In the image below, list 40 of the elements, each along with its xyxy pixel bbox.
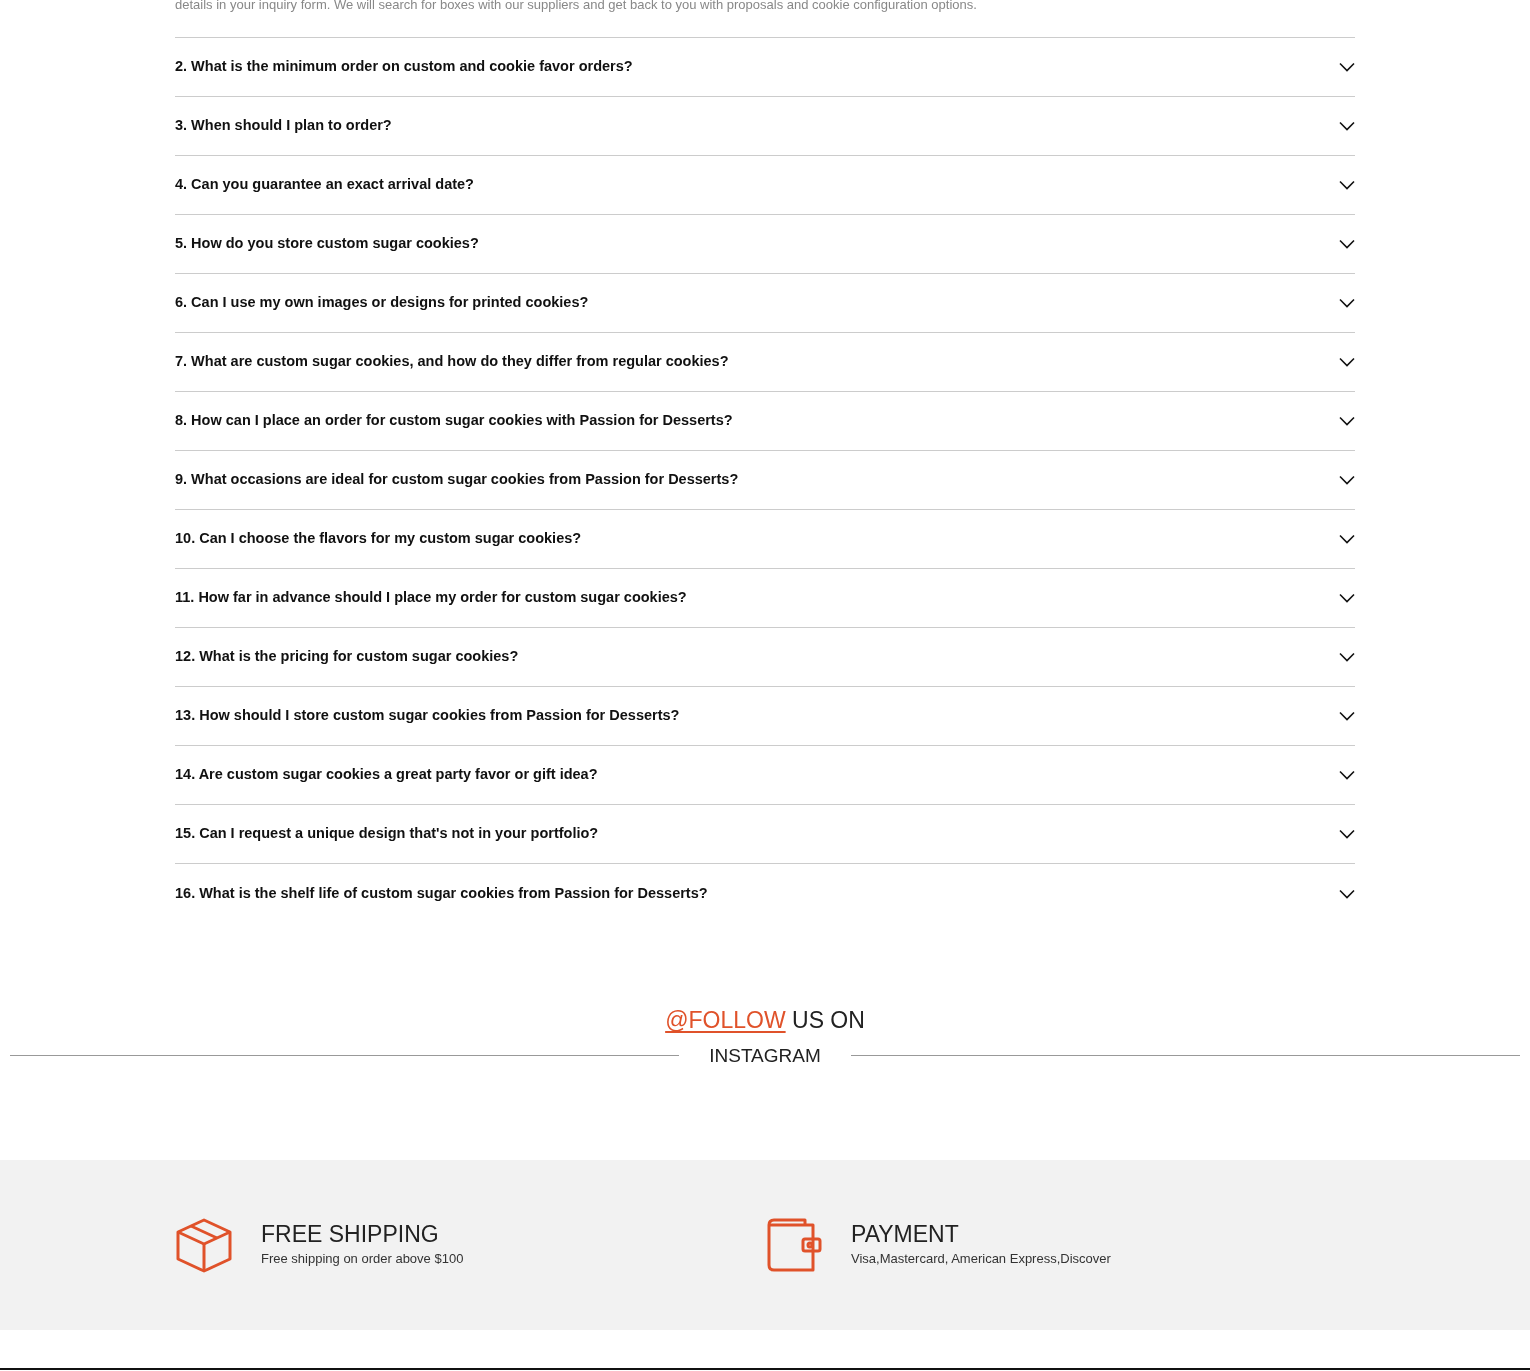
faq-question[interactable]: 11. How far in advance should I place my order for custom sugar cookies?: [175, 569, 1355, 628]
chevron-icon: [1339, 180, 1355, 190]
faq-question[interactable]: 16. What is the shelf life of custom sugar cookies from Passion for Desserts?: [175, 864, 1355, 923]
faq-question[interactable]: 6. Can I use my own images or designs for printed cookies?: [175, 274, 1355, 333]
faq-question[interactable]: 5. How do you store custom sugar cookies?: [175, 215, 1355, 274]
faq-question[interactable]: 7. What are custom sugar cookies, and how do they differ from regular cookies?: [175, 333, 1355, 392]
wallet-icon: [765, 1217, 823, 1273]
chevron-icon: [1339, 534, 1355, 544]
feature-title: PAYMENT: [851, 1221, 960, 1250]
section-subtitle: INSTAGRAM: [708, 1043, 822, 1068]
chevron-icon: [1339, 416, 1355, 426]
faq-question[interactable]: 12. What is the pricing for custom sugar cookies?: [175, 628, 1355, 687]
chevron-icon: [1339, 593, 1355, 603]
faq-question[interactable]: 13. How should I store custom sugar cookies from Passion for Desserts?: [175, 687, 1355, 746]
faq-question[interactable]: 9. What occasions are ideal for custom sugar cookies from Passion for Desserts?: [175, 451, 1355, 510]
faq-question[interactable]: 15. Can I request a unique design that's not in your portfolio?: [175, 805, 1355, 864]
chevron-icon: [1339, 652, 1355, 662]
feature-text: Visa,Mastercard, American Express,Discover: [851, 1250, 1111, 1269]
faq-question[interactable]: 3. When should I plan to order?: [175, 97, 1355, 156]
chevron-icon: [1339, 62, 1355, 72]
answer-text: details in your inquiry form. We will search for boxes with our suppliers and get back to you with proposals and cookie configuration options.: [175, 0, 1355, 38]
faq-question[interactable]: 8. How can I place an order for custom sugar cookies with Passion for Desserts?: [175, 392, 1355, 451]
chevron-icon: [1339, 829, 1355, 839]
chevron-icon: [1339, 770, 1355, 780]
chevron-icon: [1339, 888, 1355, 899]
faq-question[interactable]: 10. Can I choose the flavors for my custom sugar cookies?: [175, 510, 1355, 569]
faq-question[interactable]: 14. Are custom sugar cookies a great party favor or gift idea?: [175, 746, 1355, 805]
chevron-icon: [1339, 239, 1355, 249]
chevron-icon: [1339, 711, 1355, 721]
chevron-icon: [1339, 357, 1355, 367]
follow-link[interactable]: @FOLLOW: [665, 1007, 786, 1033]
section-title: US ON: [792, 1007, 865, 1033]
faq-question[interactable]: 4. Can you guarantee an exact arrival date?: [175, 156, 1355, 215]
feature-text: Free shipping on order above $100: [261, 1250, 464, 1269]
faq-question[interactable]: 2. What is the minimum order on custom and cookie favor orders?: [175, 38, 1355, 97]
chevron-icon: [1339, 121, 1355, 131]
feature-title: FREE SHIPPING: [261, 1221, 440, 1250]
box-icon: [175, 1217, 233, 1273]
chevron-icon: [1339, 475, 1355, 485]
chevron-icon: [1339, 298, 1355, 308]
